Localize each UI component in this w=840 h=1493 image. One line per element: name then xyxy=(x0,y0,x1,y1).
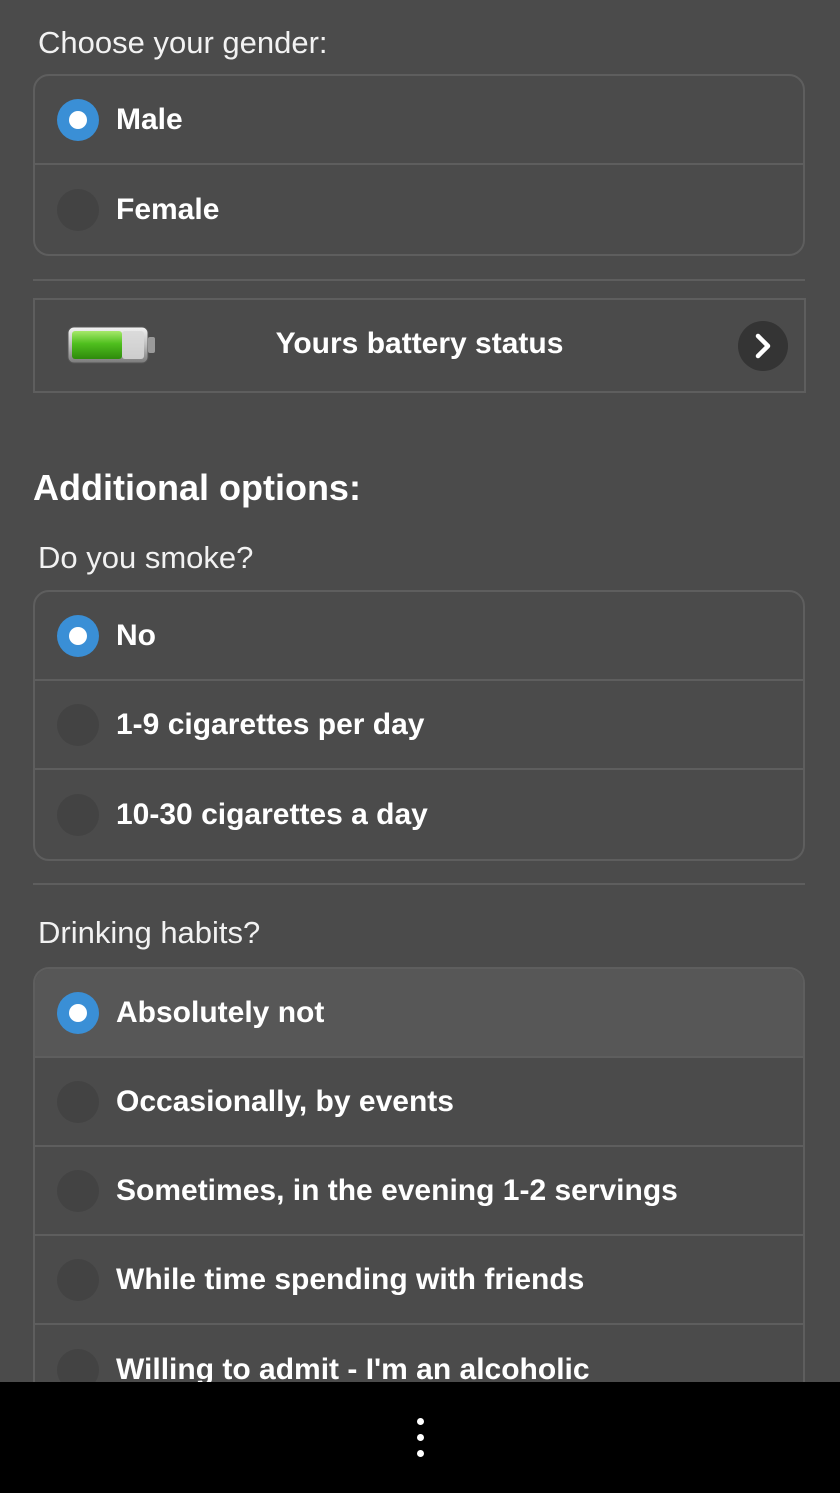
overflow-menu-icon[interactable] xyxy=(414,1418,426,1458)
radio-unchecked-icon[interactable] xyxy=(57,1169,99,1212)
drinking-option-sometimes[interactable]: Sometimes, in the evening 1-2 servings xyxy=(35,1147,803,1236)
option-label: Occasionally, by events xyxy=(116,1084,454,1118)
radio-unchecked-icon[interactable] xyxy=(57,1258,99,1301)
smoke-option-no[interactable]: No xyxy=(35,592,803,681)
gender-option-female[interactable]: Female xyxy=(35,165,803,254)
smoke-option-10-30[interactable]: 10-30 cigarettes a day xyxy=(35,770,803,859)
option-label: Female xyxy=(116,192,220,226)
drinking-option-with-friends[interactable]: While time spending with friends xyxy=(35,1236,803,1325)
radio-unchecked-icon[interactable] xyxy=(57,188,99,231)
additional-options-heading: Additional options: xyxy=(33,467,361,508)
screen: Choose your gender: Male Female Yours ba… xyxy=(0,0,840,1493)
option-label: Sometimes, in the evening 1-2 servings xyxy=(116,1173,678,1207)
drinking-radio-group: Absolutely not Occasionally, by events S… xyxy=(33,967,805,1382)
battery-status-label: Yours battery status xyxy=(275,327,564,360)
gender-radio-group: Male Female xyxy=(33,74,805,256)
drinking-option-occasionally[interactable]: Occasionally, by events xyxy=(35,1058,803,1147)
divider xyxy=(33,883,805,885)
chevron-right-icon xyxy=(755,333,771,359)
radio-checked-icon[interactable] xyxy=(57,614,99,657)
smoke-option-1-9[interactable]: 1-9 cigarettes per day xyxy=(35,681,803,770)
option-label: 10-30 cigarettes a day xyxy=(116,797,428,831)
radio-unchecked-icon[interactable] xyxy=(57,1348,99,1382)
battery-status-row[interactable]: Yours battery status xyxy=(33,298,806,393)
option-label: 1-9 cigarettes per day xyxy=(116,707,425,741)
option-label: While time spending with friends xyxy=(116,1262,585,1296)
drinking-option-alcoholic[interactable]: Willing to admit - I'm an alcoholic xyxy=(35,1325,803,1382)
option-label: No xyxy=(116,618,156,652)
option-label: Willing to admit - I'm an alcoholic xyxy=(116,1352,590,1383)
gender-option-male[interactable]: Male xyxy=(35,76,803,165)
radio-unchecked-icon[interactable] xyxy=(57,1080,99,1123)
scroll-content[interactable]: Choose your gender: Male Female Yours ba… xyxy=(0,0,840,1382)
option-label: Male xyxy=(116,102,183,136)
radio-unchecked-icon[interactable] xyxy=(57,703,99,746)
radio-checked-icon[interactable] xyxy=(57,98,99,141)
battery-status-button[interactable] xyxy=(738,321,788,371)
drinking-option-absolutely-not[interactable]: Absolutely not xyxy=(35,969,803,1058)
gender-label: Choose your gender: xyxy=(38,25,328,60)
radio-unchecked-icon[interactable] xyxy=(57,793,99,836)
smoke-radio-group: No 1-9 cigarettes per day 10-30 cigarett… xyxy=(33,590,805,861)
drinking-label: Drinking habits? xyxy=(38,915,261,950)
smoke-label: Do you smoke? xyxy=(38,540,254,575)
divider xyxy=(33,279,805,281)
system-navigation-bar xyxy=(0,1382,840,1493)
option-label: Absolutely not xyxy=(116,995,325,1029)
radio-checked-icon[interactable] xyxy=(57,991,99,1034)
